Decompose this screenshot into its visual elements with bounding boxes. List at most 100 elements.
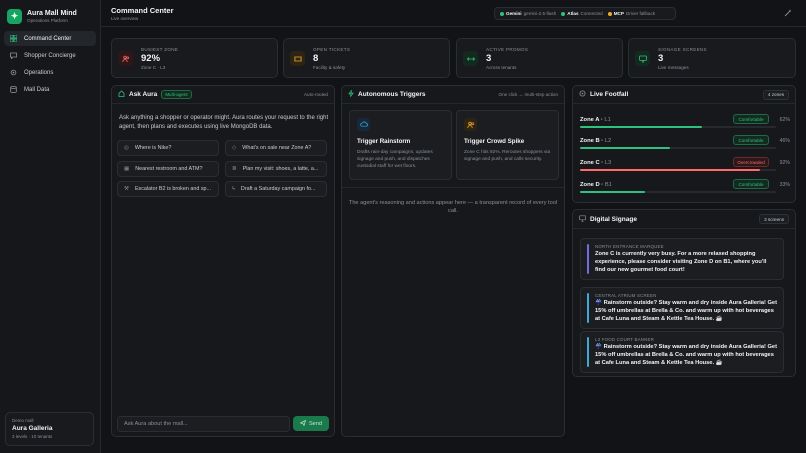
- demo-mall-meta: 3 levels · 10 tenants: [12, 434, 53, 439]
- kpi-value: 92%: [141, 53, 161, 64]
- ask-aura-panel: Ask Aura Multi-agent Auto-routed Ask any…: [111, 85, 335, 437]
- status-mcp: MCP Driver fallback: [607, 11, 656, 16]
- zone-row: Zone C · L3 Overcrowded 92%: [580, 157, 790, 176]
- sidebar-item-command-center[interactable]: Command Center: [4, 31, 96, 46]
- kpi-value: 3: [486, 53, 492, 64]
- triggers-hint: One click → multi-step action: [498, 92, 558, 97]
- suggestion-text: Draft a Saturday campaign fo...: [240, 186, 316, 192]
- magic-wand-icon[interactable]: [784, 9, 792, 19]
- digital-signage-panel: Digital Signage 3 screens NORTH ENTRANCE…: [572, 209, 796, 377]
- location-icon: [579, 90, 586, 99]
- signage-title: Digital Signage: [590, 215, 637, 223]
- ticket-icon: [290, 51, 305, 66]
- ask-input[interactable]: Ask Aura about the mall...: [117, 416, 290, 432]
- zone-status-badge: Comfortable: [733, 114, 769, 124]
- demo-mall-card[interactable]: Demo mall Aura Galleria 3 levels · 10 te…: [5, 412, 94, 446]
- kpi-sub: Live messages: [658, 65, 689, 70]
- trigger-crowd-spike-button[interactable]: Trigger Crowd Spike Zone C hits 92%. Rer…: [456, 110, 559, 180]
- zone-row: Zone D · B1 Comfortable 33%: [580, 179, 790, 198]
- zone-percent: 46%: [779, 138, 790, 144]
- zone-progress-track: [580, 169, 776, 171]
- trigger-description: Zone C hits 92%. Reroutes shoppers via s…: [464, 150, 551, 162]
- zone-status-badge: Comfortable: [733, 179, 769, 189]
- zone-level: L1: [604, 117, 611, 123]
- send-button[interactable]: Send: [293, 416, 329, 431]
- suggestion-chip[interactable]: ≣ Plan my visit: shoes, a latte, a...: [225, 161, 327, 177]
- suggestion-chip[interactable]: ◇ What's on sale near Zone A?: [225, 140, 327, 156]
- signage-accent-bar: [587, 244, 589, 274]
- sidebar-item-mall-data[interactable]: Mall Data: [4, 82, 96, 97]
- sidebar-item-operations[interactable]: Operations: [4, 65, 96, 80]
- multi-agent-badge: Multi-agent: [161, 90, 192, 99]
- kpi-label: BUSIEST ZONE: [141, 47, 179, 52]
- zone-row: Zone A · L1 Comfortable 62%: [580, 114, 790, 133]
- zone-progress-track: [580, 147, 776, 149]
- kpi-value: 8: [313, 53, 319, 64]
- sidebar-item-shopper-concierge[interactable]: Shopper Concierge: [4, 48, 96, 63]
- zone-progress-fill: [580, 126, 702, 128]
- trigger-rainstorm-button[interactable]: Trigger Rainstorm Drafts rain-day campai…: [349, 110, 452, 180]
- suggestion-text: Escalator B2 is broken and sp...: [134, 186, 212, 192]
- zone-name: Zone D · B1: [580, 182, 612, 188]
- brand-logo-icon: ✦: [7, 9, 22, 24]
- signage-screen-card[interactable]: CENTRAL ATRIUM SCREEN ☔ Rainstorm outsid…: [580, 287, 784, 329]
- signage-message: Zone C is currently very busy. For a mor…: [595, 251, 767, 273]
- monitor-icon: [579, 214, 586, 224]
- kpi-active-promos: ACTIVE PROMOS 3 Across tenants: [456, 38, 623, 78]
- kpi-signage-screens: SIGNAGE SCREENS 3 Live messages: [628, 38, 796, 78]
- kpi-busiest-zone: BUSIEST ZONE 92% Zone C · L3: [111, 38, 278, 78]
- signage-screen-card[interactable]: NORTH ENTRANCE MARQUEE Zone C is current…: [580, 238, 784, 280]
- trigger-title: Trigger Rainstorm: [357, 138, 411, 145]
- zone-label: Zone A: [580, 117, 600, 123]
- kpi-open-tickets: OPEN TICKETS 8 Facility & safety: [283, 38, 450, 78]
- status-name: Gemini: [506, 11, 522, 16]
- signage-accent-bar: [587, 293, 589, 323]
- ask-aura-title: Ask Aura: [129, 91, 158, 98]
- kpi-label: OPEN TICKETS: [313, 47, 351, 52]
- status-gemini: Gemini gemini-2.5-flash: [500, 11, 556, 16]
- suggestion-chip[interactable]: ϟ Draft a Saturday campaign fo...: [225, 181, 327, 197]
- zones-count-badge: 4 zones: [762, 89, 789, 100]
- zone-name: Zone A · L1: [580, 117, 611, 123]
- signage-accent-bar: [587, 337, 589, 367]
- auto-routed-label: Auto-routed: [303, 92, 328, 97]
- zone-label: Zone D: [580, 182, 600, 188]
- suggestion-text: Where is Nike?: [134, 145, 172, 151]
- brand-name: Aura Mall Mind: [27, 10, 77, 17]
- signage-screen-label: L3 FOOD COURT BANNER: [595, 337, 654, 342]
- brand: ✦ Aura Mall Mind Operations Platform: [0, 0, 100, 26]
- demo-label: Demo mall: [12, 418, 34, 423]
- zone-label: Zone C: [580, 160, 600, 166]
- monitor-icon: [635, 51, 650, 66]
- page-title: Command Center: [111, 6, 174, 15]
- people-icon: [464, 118, 477, 131]
- zone-name: Zone B · L2: [580, 138, 612, 144]
- ask-intro-text: Ask anything a shopper or operator might…: [119, 115, 329, 130]
- zone-status-badge: Comfortable: [733, 135, 769, 145]
- signage-screen-label: NORTH ENTRANCE MARQUEE: [595, 244, 664, 249]
- divider: [342, 187, 564, 188]
- suggestion-chip[interactable]: ◎ Where is Nike?: [117, 140, 219, 156]
- zone-level: L3: [604, 160, 612, 166]
- suggestion-chip[interactable]: ▦ Nearest restroom and ATM?: [117, 161, 219, 177]
- gear-icon: [9, 69, 17, 77]
- kpi-label: SIGNAGE SCREENS: [658, 47, 707, 52]
- suggestion-chip[interactable]: ⚒ Escalator B2 is broken and sp...: [117, 181, 219, 197]
- trigger-description: Drafts rain-day campaigns, updates signa…: [357, 150, 433, 169]
- suggestion-text: Nearest restroom and ATM?: [135, 166, 203, 172]
- status-detail: Driver fallback: [625, 11, 656, 16]
- grid-icon: [9, 35, 17, 43]
- pin-icon: ◎: [124, 145, 129, 151]
- status-detail: Connected: [580, 11, 603, 16]
- send-icon: [299, 419, 307, 428]
- send-label: Send: [308, 420, 323, 427]
- signage-message: ☔ Rainstorm outside? Stay warm and dry i…: [595, 300, 777, 322]
- bolt-icon: [348, 90, 354, 99]
- sidebar-item-label: Shopper Concierge: [24, 52, 76, 59]
- zone-percent: 33%: [779, 182, 790, 188]
- signage-screen-card[interactable]: L3 FOOD COURT BANNER ☔ Rainstorm outside…: [580, 331, 784, 373]
- zone-percent: 62%: [779, 117, 790, 123]
- chat-icon: [9, 52, 17, 60]
- screens-count-badge: 3 screens: [759, 214, 789, 224]
- zone-progress-fill: [580, 191, 645, 193]
